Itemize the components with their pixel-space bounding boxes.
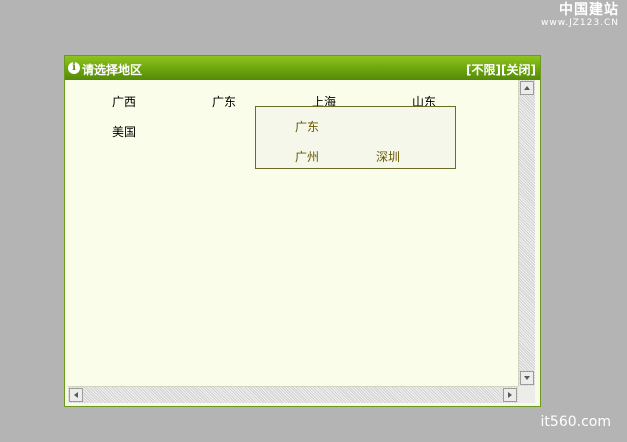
- scroll-right-arrow-icon[interactable]: [503, 388, 517, 402]
- region-item-guangdong[interactable]: 广东: [212, 93, 236, 110]
- region-item-usa[interactable]: 美国: [112, 123, 136, 140]
- watermark-top-right: 中国建站 www.JZ123.CN: [541, 2, 619, 29]
- scroll-left-arrow-icon[interactable]: [69, 388, 83, 402]
- unlimited-button[interactable]: [不限]: [466, 63, 501, 77]
- horizontal-scrollbar[interactable]: [68, 386, 518, 403]
- popup-city-guangzhou[interactable]: 广州: [295, 148, 319, 165]
- dialog-content: 广西 广东 上海 山东 美国 广东 广州 深圳: [68, 80, 518, 386]
- scrollbar-corner: [518, 386, 535, 403]
- watermark-en-text: www.JZ123.CN: [541, 18, 619, 28]
- scroll-up-arrow-icon[interactable]: [520, 81, 534, 95]
- popup-province[interactable]: 广东: [295, 118, 319, 135]
- watermark-bottom-right: it560.com: [540, 414, 611, 430]
- region-item-guangxi[interactable]: 广西: [112, 93, 136, 110]
- scroll-down-arrow-icon[interactable]: [520, 371, 534, 385]
- title-buttons: [不限][关闭]: [466, 61, 536, 78]
- close-button[interactable]: [关闭]: [501, 63, 536, 77]
- info-icon: i: [68, 62, 80, 74]
- dialog-title-bar[interactable]: i 请选择地区 [不限][关闭]: [65, 56, 540, 80]
- region-select-dialog: i 请选择地区 [不限][关闭] 广西 广东 上海 山东 美国 广东 广州 深圳: [64, 55, 541, 407]
- dialog-title: 请选择地区: [82, 63, 143, 77]
- watermark-cn-text: 中国建站: [559, 2, 619, 18]
- vertical-scrollbar[interactable]: [518, 80, 535, 386]
- city-popup: 广东 广州 深圳: [255, 106, 456, 169]
- popup-city-shenzhen[interactable]: 深圳: [376, 148, 400, 165]
